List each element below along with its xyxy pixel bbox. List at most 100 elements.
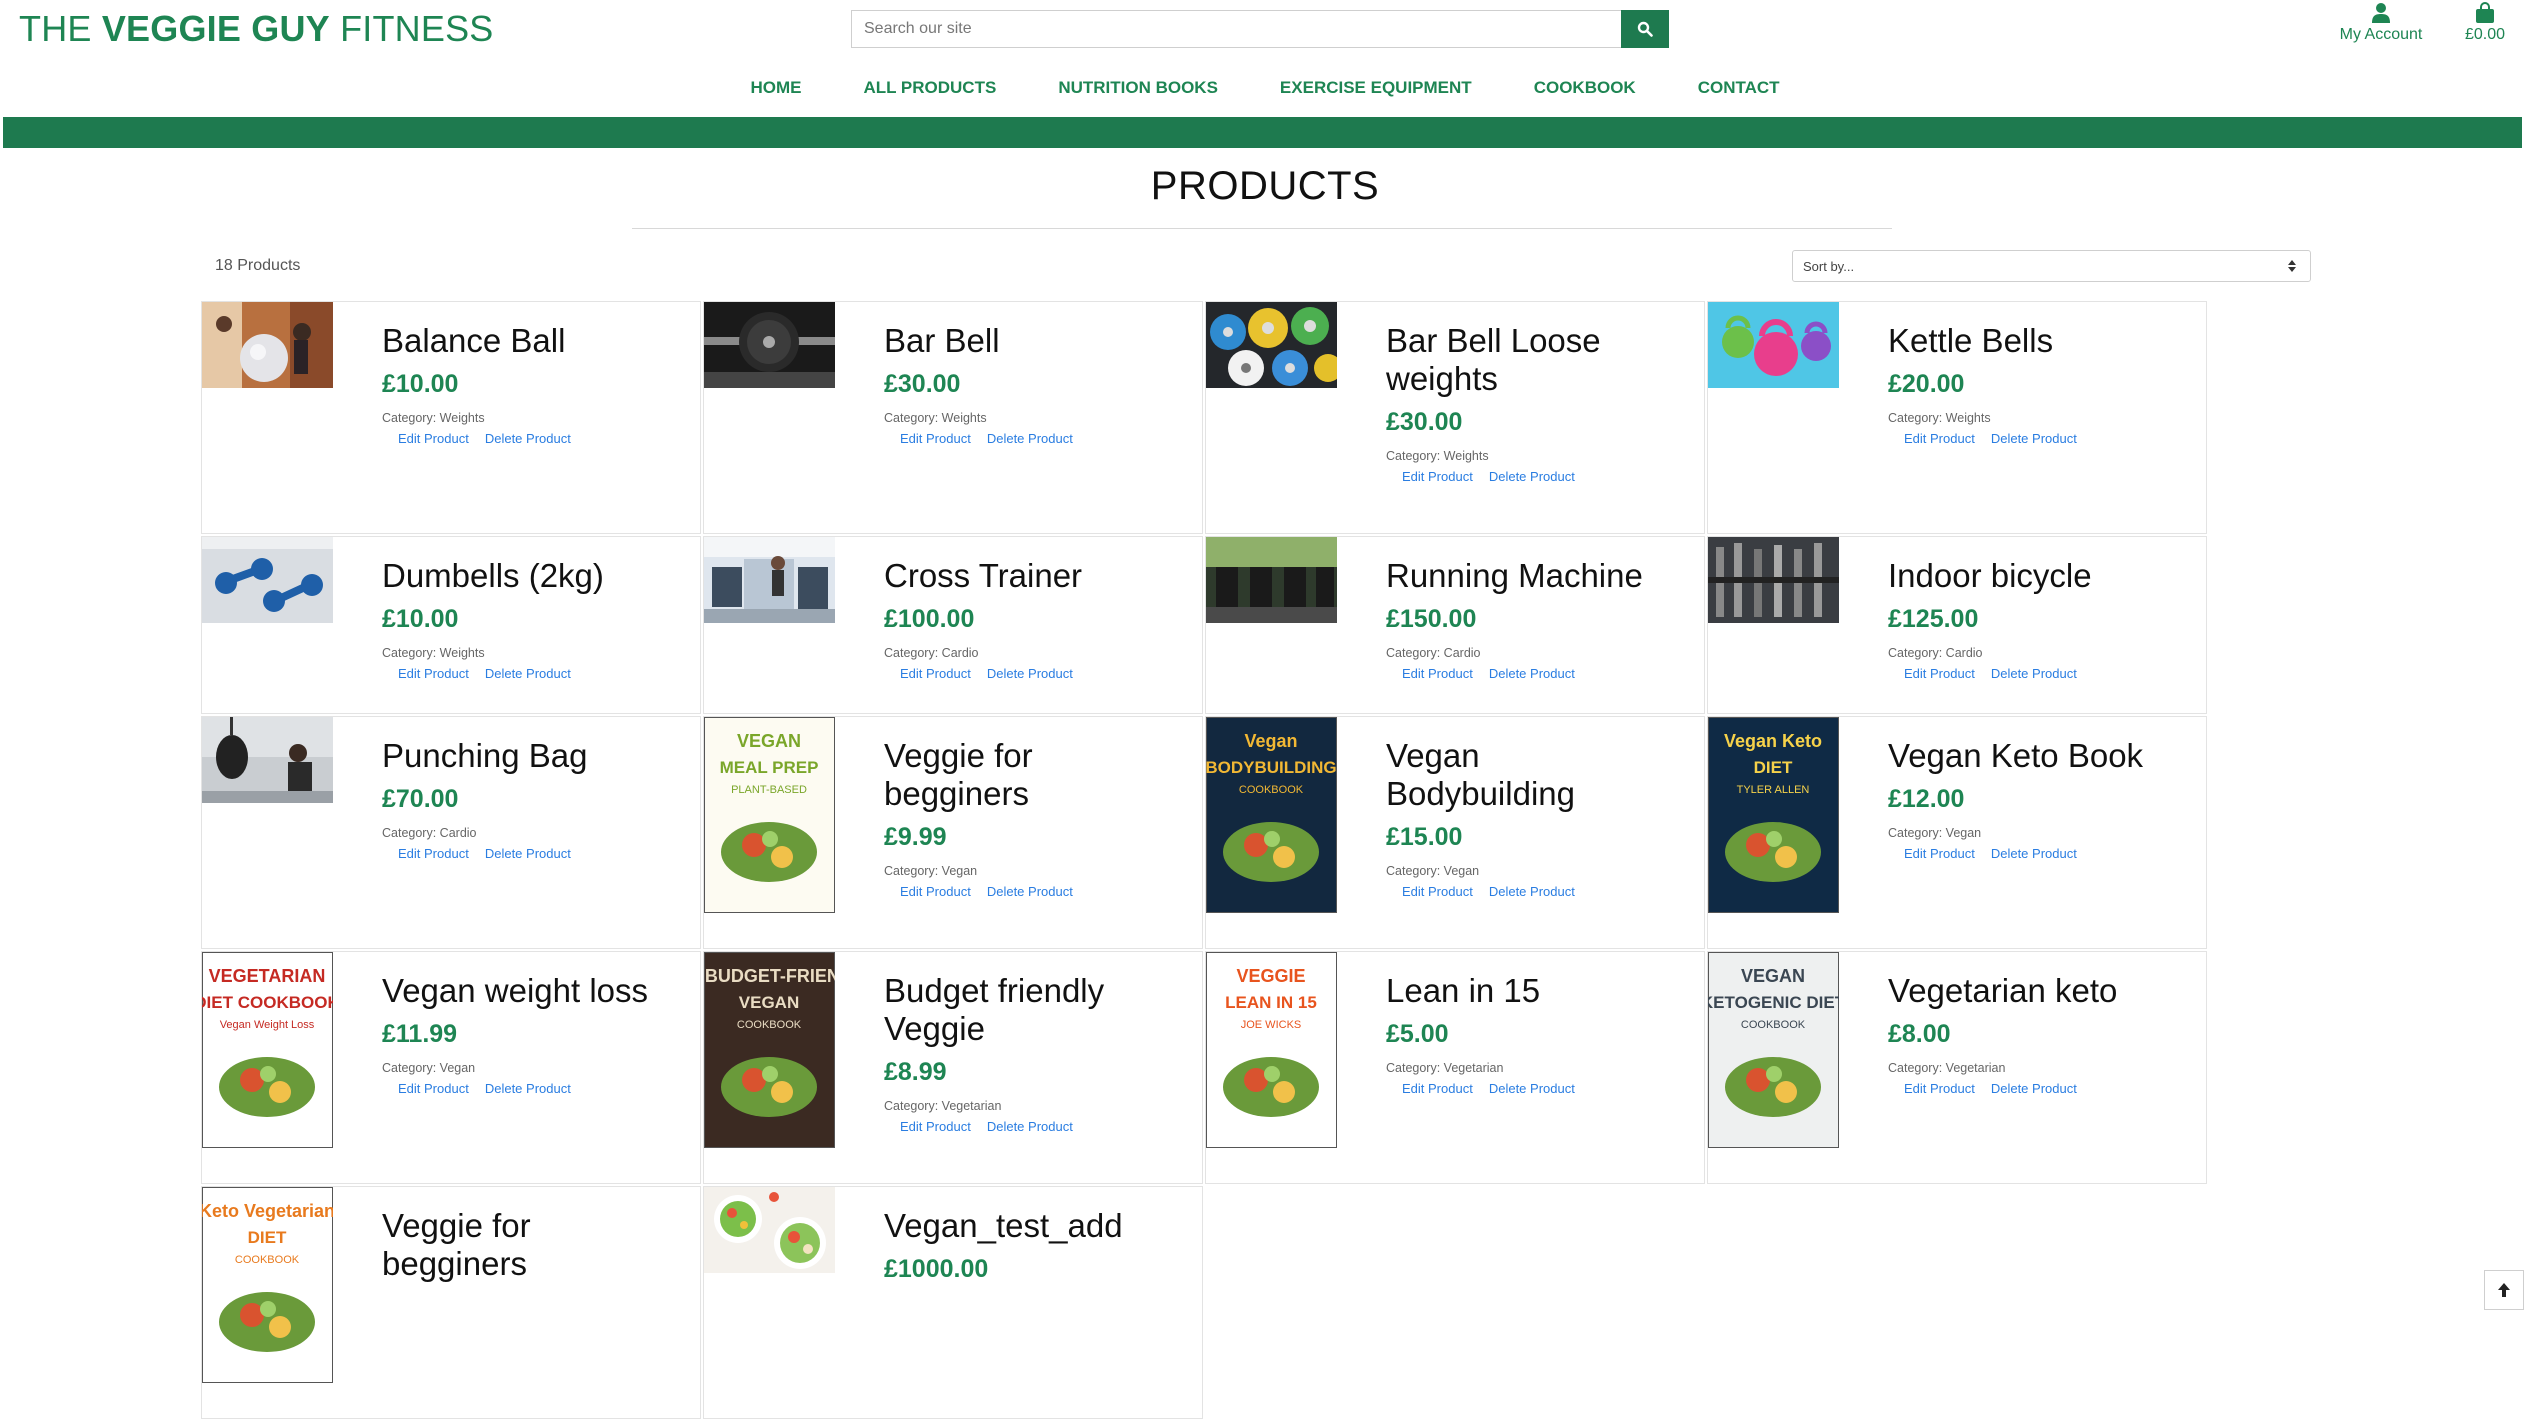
edit-product-link[interactable]: Edit Product <box>900 666 971 681</box>
product-image[interactable] <box>1708 537 1839 623</box>
product-name[interactable]: Dumbells (2kg) <box>382 557 672 595</box>
delete-product-link[interactable]: Delete Product <box>1991 666 2077 681</box>
product-name[interactable]: Cross Trainer <box>884 557 1174 595</box>
category-value[interactable]: Cardio <box>942 646 979 660</box>
product-name[interactable]: Balance Ball <box>382 322 672 360</box>
category-value[interactable]: Weights <box>1444 449 1489 463</box>
product-image[interactable]: Vegan Keto DIET TYLER ALLEN <box>1708 717 1839 913</box>
product-name[interactable]: Vegan Bodybuilding <box>1386 737 1676 813</box>
product-name[interactable]: Indoor bicycle <box>1888 557 2178 595</box>
edit-product-link[interactable]: Edit Product <box>398 846 469 861</box>
product-image[interactable] <box>704 1187 835 1273</box>
main-nav: HOME ALL PRODUCTS NUTRITION BOOKS EXERCI… <box>0 78 2530 98</box>
edit-product-link[interactable]: Edit Product <box>1904 666 1975 681</box>
edit-product-link[interactable]: Edit Product <box>900 431 971 446</box>
product-name[interactable]: Bar Bell Loose weights <box>1386 322 1676 398</box>
category-value[interactable]: Vegetarian <box>1444 1061 1504 1075</box>
product-image[interactable]: VEGAN KETOGENIC DIET COOKBOOK <box>1708 952 1839 1148</box>
delete-product-link[interactable]: Delete Product <box>1489 1081 1575 1096</box>
product-name[interactable]: Kettle Bells <box>1888 322 2178 360</box>
delete-product-link[interactable]: Delete Product <box>1489 884 1575 899</box>
search-button[interactable] <box>1621 10 1669 48</box>
delete-product-link[interactable]: Delete Product <box>1991 431 2077 446</box>
product-name[interactable]: Budget friendly Veggie <box>884 972 1174 1048</box>
product-name[interactable]: Veggie for begginers <box>884 737 1174 813</box>
nav-cookbook[interactable]: COOKBOOK <box>1534 78 1636 98</box>
search-input[interactable] <box>851 10 1621 48</box>
product-image[interactable] <box>704 302 835 388</box>
category-value[interactable]: Vegan <box>440 1061 475 1075</box>
product-image[interactable] <box>1206 537 1337 623</box>
category-value[interactable]: Cardio <box>440 826 477 840</box>
product-image[interactable] <box>1206 302 1337 388</box>
edit-product-link[interactable]: Edit Product <box>1904 1081 1975 1096</box>
category-value[interactable]: Vegan <box>942 864 977 878</box>
edit-product-link[interactable]: Edit Product <box>1402 884 1473 899</box>
delete-product-link[interactable]: Delete Product <box>485 431 571 446</box>
nav-all-products[interactable]: ALL PRODUCTS <box>863 78 996 98</box>
edit-product-link[interactable]: Edit Product <box>1402 1081 1473 1096</box>
product-image[interactable] <box>202 302 333 388</box>
category-value[interactable]: Vegan <box>1444 864 1479 878</box>
product-image[interactable]: VEGGIE LEAN IN 15 JOE WICKS <box>1206 952 1337 1148</box>
category-value[interactable]: Weights <box>1946 411 1991 425</box>
product-name[interactable]: Punching Bag <box>382 737 672 775</box>
edit-product-link[interactable]: Edit Product <box>398 431 469 446</box>
edit-product-link[interactable]: Edit Product <box>1402 666 1473 681</box>
shopping-bag-link[interactable]: £0.00 <box>2460 2 2510 44</box>
nav-home[interactable]: HOME <box>750 78 801 98</box>
product-name[interactable]: Veggie for begginers <box>382 1207 672 1283</box>
delete-product-link[interactable]: Delete Product <box>485 1081 571 1096</box>
product-image[interactable]: VEGAN MEAL PREP PLANT-BASED <box>704 717 835 913</box>
delete-product-link[interactable]: Delete Product <box>987 666 1073 681</box>
product-image[interactable] <box>202 717 333 803</box>
edit-product-link[interactable]: Edit Product <box>1904 846 1975 861</box>
product-image[interactable]: Keto Vegetarian DIET COOKBOOK <box>202 1187 333 1383</box>
product-image[interactable]: Vegan BODYBUILDING COOKBOOK <box>1206 717 1337 913</box>
category-value[interactable]: Cardio <box>1946 646 1983 660</box>
nav-exercise-equipment[interactable]: EXERCISE EQUIPMENT <box>1280 78 1472 98</box>
delete-product-link[interactable]: Delete Product <box>987 431 1073 446</box>
product-name[interactable]: Vegan weight loss <box>382 972 672 1010</box>
category-value[interactable]: Vegetarian <box>942 1099 1002 1113</box>
site-logo[interactable]: THE VEGGIE GUY FITNESS <box>19 8 494 50</box>
category-value[interactable]: Weights <box>440 411 485 425</box>
product-image[interactable] <box>1708 302 1839 388</box>
edit-product-link[interactable]: Edit Product <box>1904 431 1975 446</box>
product-image[interactable]: THE BUDGET-FRIENDLY VEGAN COOKBOOK <box>704 952 835 1148</box>
edit-product-link[interactable]: Edit Product <box>900 1119 971 1134</box>
edit-product-link[interactable]: Edit Product <box>398 666 469 681</box>
product-name[interactable]: Vegan Keto Book <box>1888 737 2178 775</box>
delete-product-link[interactable]: Delete Product <box>1489 469 1575 484</box>
product-name[interactable]: Running Machine <box>1386 557 1676 595</box>
product-name[interactable]: Vegan_test_add <box>884 1207 1174 1245</box>
edit-product-link[interactable]: Edit Product <box>1402 469 1473 484</box>
delete-product-link[interactable]: Delete Product <box>485 666 571 681</box>
edit-product-link[interactable]: Edit Product <box>398 1081 469 1096</box>
product-image[interactable] <box>704 537 835 623</box>
sort-select[interactable]: Sort by... <box>1792 250 2311 282</box>
my-account-link[interactable]: My Account <box>2335 2 2427 44</box>
category-value[interactable]: Weights <box>942 411 987 425</box>
product-image[interactable] <box>202 537 333 623</box>
category-value[interactable]: Vegetarian <box>1946 1061 2006 1075</box>
product-name[interactable]: Vegetarian keto <box>1888 972 2178 1010</box>
edit-product-link[interactable]: Edit Product <box>900 884 971 899</box>
product-image[interactable]: VEGETARIAN DIET COOKBOOK Vegan Weight Lo… <box>202 952 333 1148</box>
back-to-top-button[interactable] <box>2484 1270 2524 1310</box>
product-name[interactable]: Bar Bell <box>884 322 1174 360</box>
delete-product-link[interactable]: Delete Product <box>1489 666 1575 681</box>
delete-product-link[interactable]: Delete Product <box>485 846 571 861</box>
nav-nutrition-books[interactable]: NUTRITION BOOKS <box>1058 78 1218 98</box>
delete-product-link[interactable]: Delete Product <box>1991 846 2077 861</box>
category-value[interactable]: Weights <box>440 646 485 660</box>
delete-product-link[interactable]: Delete Product <box>987 884 1073 899</box>
category-value[interactable]: Vegan <box>1946 826 1981 840</box>
product-actions: Edit Product Delete Product <box>382 846 672 861</box>
product-name[interactable]: Lean in 15 <box>1386 972 1676 1010</box>
product-price: £10.00 <box>382 370 459 398</box>
category-value[interactable]: Cardio <box>1444 646 1481 660</box>
nav-contact[interactable]: CONTACT <box>1698 78 1780 98</box>
delete-product-link[interactable]: Delete Product <box>1991 1081 2077 1096</box>
delete-product-link[interactable]: Delete Product <box>987 1119 1073 1134</box>
